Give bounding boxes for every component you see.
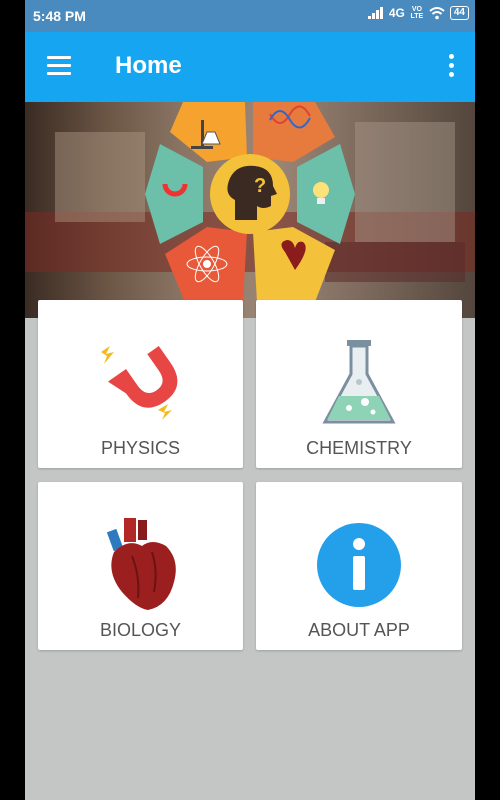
svg-text:?: ? bbox=[254, 175, 266, 197]
about-app-label: ABOUT APP bbox=[308, 620, 410, 640]
hamburger-menu-icon[interactable] bbox=[47, 56, 71, 76]
heart-icon bbox=[106, 518, 176, 610]
volte-badge: VO LTE bbox=[410, 6, 424, 20]
app-toolbar: Home bbox=[25, 32, 475, 102]
battery-indicator: 44 bbox=[449, 6, 469, 20]
wifi-icon bbox=[429, 6, 445, 19]
magnet-icon bbox=[101, 346, 178, 420]
status-time: 5:48 PM bbox=[33, 8, 86, 24]
info-icon bbox=[317, 523, 401, 607]
chemistry-card[interactable]: CHEMISTRY bbox=[256, 300, 462, 468]
about-app-card[interactable]: ABOUT APP bbox=[256, 482, 462, 650]
dna-icon bbox=[253, 102, 335, 162]
signal-icon bbox=[367, 7, 383, 19]
app-screen: 5:48 PM 4G VO LTE 44 Home ? PHYSICS CHEM… bbox=[25, 0, 475, 800]
science-wheel-graphic: ? bbox=[145, 102, 355, 302]
physics-label: PHYSICS bbox=[100, 438, 181, 458]
more-vert-icon[interactable] bbox=[447, 54, 455, 80]
biology-card[interactable]: BIOLOGY bbox=[38, 482, 243, 650]
network-type: 4G bbox=[388, 6, 405, 20]
header-banner: ? bbox=[25, 102, 475, 318]
status-bar: 5:48 PM 4G VO LTE 44 bbox=[25, 0, 475, 32]
flask-icon bbox=[322, 340, 396, 424]
page-title: Home bbox=[115, 52, 182, 79]
physics-card[interactable]: PHYSICS bbox=[38, 300, 243, 468]
chemistry-label: CHEMISTRY bbox=[306, 438, 412, 458]
status-icons: 4G VO LTE 44 bbox=[367, 6, 469, 20]
biology-label: BIOLOGY bbox=[99, 620, 182, 640]
